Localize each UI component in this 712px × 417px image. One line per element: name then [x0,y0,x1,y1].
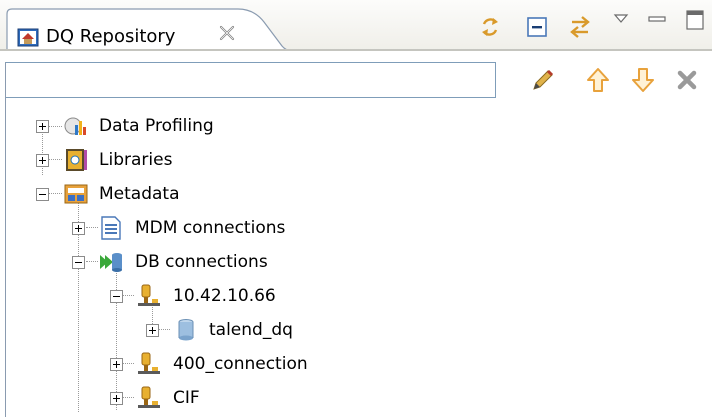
tree-item-libraries[interactable]: Libraries [0,144,712,176]
connection-plug-icon [136,385,162,411]
tree-item-cif[interactable]: CIF [0,382,712,414]
connection-plug-icon [136,351,162,377]
close-icon[interactable] [216,22,238,44]
repository-home-icon [17,28,39,48]
metadata-folder-icon [63,181,89,207]
libraries-icon [63,147,89,173]
tree-item-metadata[interactable]: Metadata [0,178,712,210]
tree-item-label: CIF [173,388,200,408]
expand-toggle[interactable] [36,154,49,167]
tree-item-talend-dq[interactable]: talend_dq [0,314,712,346]
tree-item-connection-10-42-10-66[interactable]: 10.42.10.66 [0,280,712,312]
delete-icon[interactable] [672,65,702,95]
expand-toggle[interactable] [72,222,85,235]
expand-toggle[interactable] [36,120,49,133]
tree-item-label: Libraries [99,150,173,170]
link-with-editor-icon[interactable] [477,14,503,40]
minimize-icon[interactable] [646,10,668,28]
tree-item-label: 400_connection [173,354,308,374]
document-icon [98,215,124,241]
tree-item-mdm-connections[interactable]: MDM connections [0,212,712,244]
collapse-toggle[interactable] [110,290,123,303]
dq-repository-view: DQ Repository Data Profiling Libraries M… [0,0,712,417]
collapse-toggle[interactable] [36,188,49,201]
view-menu-icon[interactable] [612,10,630,28]
collapse-all-icon[interactable] [524,14,550,40]
repository-tree: Data Profiling Libraries Metadata MDM co… [0,104,712,417]
tree-item-label: MDM connections [135,218,286,238]
data-profiling-icon [63,113,89,139]
tree-item-label: Metadata [99,184,180,204]
move-down-icon[interactable] [628,65,658,95]
tab-dq-repository[interactable]: DQ Repository [6,8,302,52]
tree-item-db-connections[interactable]: DB connections [0,246,712,278]
expand-toggle[interactable] [110,392,123,405]
filter-input[interactable] [5,62,496,98]
connection-plug-icon [136,283,162,309]
db-connections-icon [98,249,124,275]
database-cylinder-icon [173,317,199,343]
tree-item-label: Data Profiling [99,116,214,136]
expand-toggle[interactable] [110,358,123,371]
tree-item-label: 10.42.10.66 [173,286,276,306]
maximize-icon[interactable] [684,8,706,32]
tree-item-data-profiling[interactable]: Data Profiling [0,110,712,142]
move-up-icon[interactable] [583,65,613,95]
tree-item-400-connection[interactable]: 400_connection [0,348,712,380]
tree-item-label: talend_dq [209,320,293,340]
sync-arrows-icon[interactable] [567,14,593,40]
tab-title: DQ Repository [46,26,176,47]
view-title-bar: DQ Repository [0,0,712,52]
edit-pen-icon[interactable] [528,65,558,95]
expand-toggle[interactable] [146,324,159,337]
collapse-toggle[interactable] [72,256,85,269]
tree-item-label: DB connections [135,252,268,272]
